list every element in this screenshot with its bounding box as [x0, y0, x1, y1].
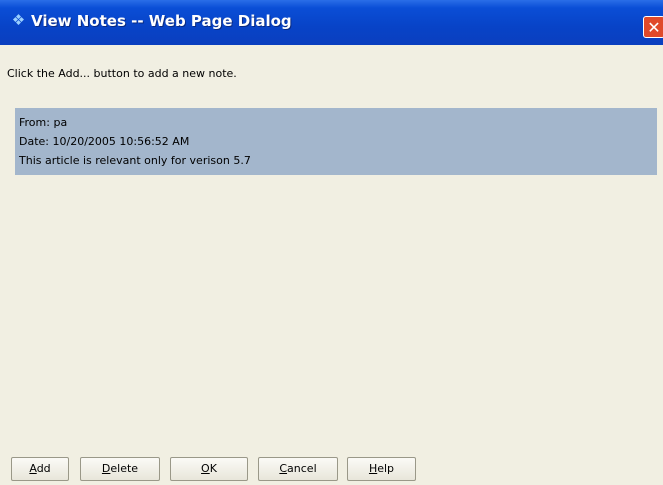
- dialog-content: Click the Add... button to add a new not…: [0, 45, 663, 485]
- ok-button[interactable]: OK: [170, 457, 248, 481]
- instruction-text: Click the Add... button to add a new not…: [7, 67, 237, 80]
- title-bar[interactable]: ❖ View Notes -- Web Page Dialog ✕: [0, 0, 663, 45]
- button-bar: Add Delete OK Cancel Help: [0, 457, 663, 481]
- help-button[interactable]: Help: [347, 457, 416, 481]
- close-button[interactable]: ✕: [643, 16, 663, 38]
- note-item[interactable]: From: pa Date: 10/20/2005 10:56:52 AM Th…: [15, 108, 657, 175]
- cancel-button[interactable]: Cancel: [258, 457, 338, 481]
- note-text: This article is relevant only for veriso…: [19, 154, 251, 167]
- note-from: From: pa: [19, 116, 68, 129]
- close-icon: ✕: [647, 18, 661, 37]
- add-button[interactable]: Add: [11, 457, 69, 481]
- window-title: View Notes -- Web Page Dialog: [31, 12, 292, 30]
- note-date: Date: 10/20/2005 10:56:52 AM: [19, 135, 190, 148]
- ie-page-icon: ❖: [11, 11, 26, 29]
- delete-button[interactable]: Delete: [80, 457, 160, 481]
